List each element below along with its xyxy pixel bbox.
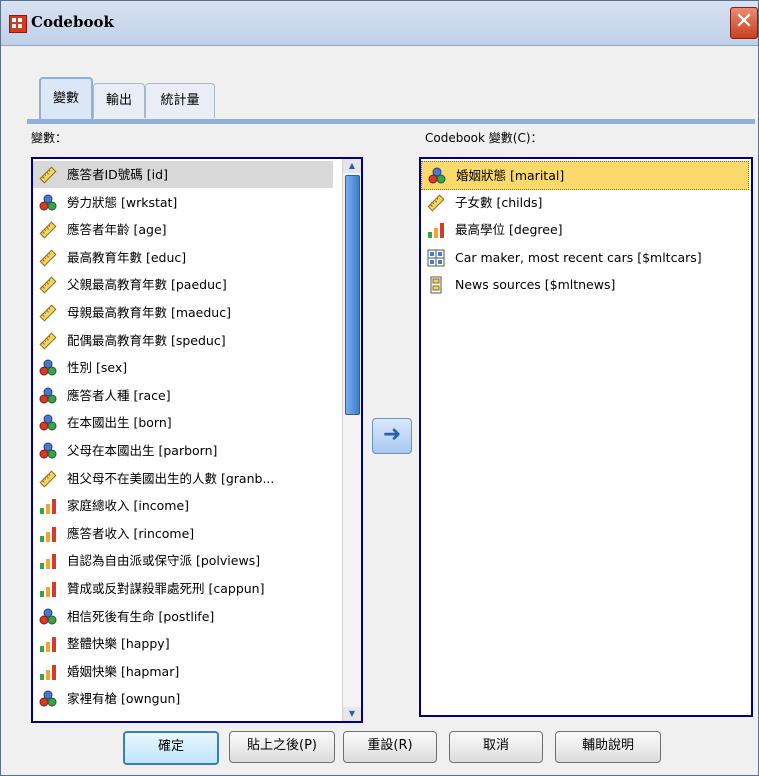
scale-icon (39, 221, 57, 239)
nominal-icon (39, 194, 57, 212)
list-item-label: 父母在本國出生 [parborn] (67, 443, 218, 458)
multiple-dichotomy-set-icon (427, 249, 445, 267)
ordinal-icon (39, 552, 57, 570)
list-item-label: 在本國出生 [born] (67, 415, 172, 431)
list-item[interactable]: 最高教育年數 [educ] (33, 244, 333, 271)
scroll-up-arrow-icon[interactable]: ▲ (343, 159, 361, 173)
list-item-label: 應答者收入 [rincome] (67, 525, 195, 541)
list-item[interactable]: 家庭總收入 [income] (33, 492, 333, 519)
scale-icon (39, 166, 57, 184)
close-button[interactable]: ✕ (730, 7, 758, 39)
tab-statistics[interactable]: 統計量 (145, 83, 215, 118)
reset-button[interactable]: 重設(R) (343, 731, 437, 763)
list-item-label: 父親最高教育年數 [paeduc] (67, 277, 227, 293)
tab-underline (27, 119, 755, 124)
list-item-label: 應答者ID號碼 [id] (67, 167, 168, 182)
list-item[interactable]: 母親最高教育年數 [maeduc] (33, 299, 333, 326)
list-item[interactable]: 子女數 [childs] (421, 189, 747, 216)
list-item[interactable]: 相信死後有生命 [postlife] (33, 603, 333, 630)
list-item[interactable]: 應答者ID號碼 [id] (33, 161, 333, 188)
list-item-label: 母親最高教育年數 [maeduc] (67, 305, 231, 320)
list-item[interactable]: 贊成或反對謀殺罪處死刑 [cappun] (33, 575, 333, 602)
codebook-dialog: Codebook ✕ 變數 輸出 統計量 變數： Codebook 變數(C)：… (0, 0, 759, 776)
list-item-label: 應答者人種 [race] (67, 387, 171, 403)
ok-button[interactable]: 確定 (123, 731, 219, 765)
nominal-icon (39, 690, 57, 708)
list-item-label: 子女數 [childs] (455, 194, 543, 210)
tab-output[interactable]: 輸出 (93, 83, 145, 118)
list-item[interactable]: Car maker, most recent cars [$mltcars] (421, 244, 747, 271)
list-item[interactable]: 最高學位 [degree] (421, 216, 747, 243)
paste-button[interactable]: 貼上之後(P) (229, 731, 335, 763)
nominal-icon (39, 387, 57, 405)
list-item-label: 配偶最高教育年數 [speduc] (67, 332, 226, 348)
list-item[interactable]: 家裡有槍 [owngun] (33, 685, 333, 712)
tab-variables[interactable]: 變數 (39, 77, 93, 121)
list-item-label: 祖父母不在美國出生的人數 [granb... (67, 470, 275, 486)
variables-list[interactable]: ▲ ▼ 應答者ID號碼 [id] 勞力狀態 [wrkstat] 應答者年齡 [age… (31, 157, 363, 723)
scale-icon (427, 194, 445, 212)
list-item[interactable]: 父親最高教育年數 [paeduc] (33, 271, 333, 298)
ordinal-icon (39, 663, 57, 681)
list-item-label: 家裡有槍 [owngun] (67, 691, 181, 707)
list-item[interactable]: 在本國出生 [born] (33, 409, 333, 436)
scroll-thumb[interactable] (345, 175, 360, 415)
list-item-label: 勞力狀態 [wrkstat] (67, 194, 178, 210)
list-item-label: 整體快樂 [happy] (67, 636, 170, 652)
list-item-label: 性別 [sex] (67, 360, 128, 376)
list-item-label: 家庭總收入 [income] (67, 498, 190, 514)
ordinal-icon (39, 497, 57, 515)
nominal-icon (39, 414, 57, 432)
list-item[interactable]: 勞力狀態 [wrkstat] (33, 189, 333, 216)
cancel-button[interactable]: 取消 (449, 731, 543, 763)
move-variable-button[interactable]: ➜ (372, 418, 412, 454)
variables-scrollbar[interactable]: ▲ ▼ (342, 159, 361, 721)
multiple-category-set-icon (427, 276, 445, 294)
scale-icon (39, 249, 57, 267)
list-item[interactable]: 應答者人種 [race] (33, 382, 333, 409)
nominal-icon (39, 442, 57, 460)
list-item[interactable]: 祖父母不在美國出生的人數 [granb... (33, 465, 333, 492)
list-item[interactable]: 配偶最高教育年數 [speduc] (33, 327, 333, 354)
ordinal-icon (39, 635, 57, 653)
help-button[interactable]: 輔助說明 (555, 731, 661, 763)
list-item[interactable]: 婚姻狀態 [marital] (421, 161, 749, 190)
list-item[interactable]: 婚姻快樂 [hapmar] (33, 658, 333, 685)
list-item-label: 自認為自由派或保守派 [polviews] (67, 553, 261, 569)
list-item-label: 最高學位 [degree] (455, 222, 563, 238)
list-item-label: 應答者年齡 [age] (67, 222, 167, 238)
list-item-label: 贊成或反對謀殺罪處死刑 [cappun] (67, 581, 265, 596)
list-item-label: 婚姻狀態 [marital] (456, 168, 565, 183)
variables-label: 變數： (31, 131, 68, 145)
scale-icon (39, 470, 57, 488)
list-item[interactable]: 應答者年齡 [age] (33, 216, 333, 243)
nominal-icon (428, 167, 446, 185)
list-item[interactable]: 自認為自由派或保守派 [polviews] (33, 547, 333, 574)
codebook-variables-label: Codebook 變數(C)： (425, 131, 543, 145)
list-item[interactable]: 性別 [sex] (33, 354, 333, 381)
title-bar: Codebook ✕ (1, 1, 758, 46)
nominal-icon (39, 608, 57, 626)
ordinal-icon (39, 525, 57, 543)
scale-icon (39, 304, 57, 322)
list-item[interactable]: 整體快樂 [happy] (33, 630, 333, 657)
list-item-label: Car maker, most recent cars [$mltcars] (455, 249, 702, 265)
scroll-down-arrow-icon[interactable]: ▼ (343, 707, 361, 721)
codebook-app-icon (9, 15, 27, 33)
scale-icon (39, 332, 57, 350)
ordinal-icon (39, 580, 57, 598)
list-item[interactable]: 應答者收入 [rincome] (33, 520, 333, 547)
list-item[interactable]: 父母在本國出生 [parborn] (33, 437, 333, 464)
list-item[interactable]: News sources [$mltnews] (421, 271, 747, 298)
codebook-variables-list[interactable]: 婚姻狀態 [marital] 子女數 [childs] 最高學位 [degree] C… (419, 157, 753, 717)
scale-icon (39, 276, 57, 294)
list-item-label: 婚姻快樂 [hapmar] (67, 663, 180, 679)
ordinal-icon (427, 221, 445, 239)
list-item-label: 相信死後有生命 [postlife] (67, 608, 215, 624)
nominal-icon (39, 359, 57, 377)
list-item-label: 最高教育年數 [educ] (67, 249, 187, 265)
window-title: Codebook (31, 13, 114, 31)
list-item-label: News sources [$mltnews] (455, 277, 616, 293)
